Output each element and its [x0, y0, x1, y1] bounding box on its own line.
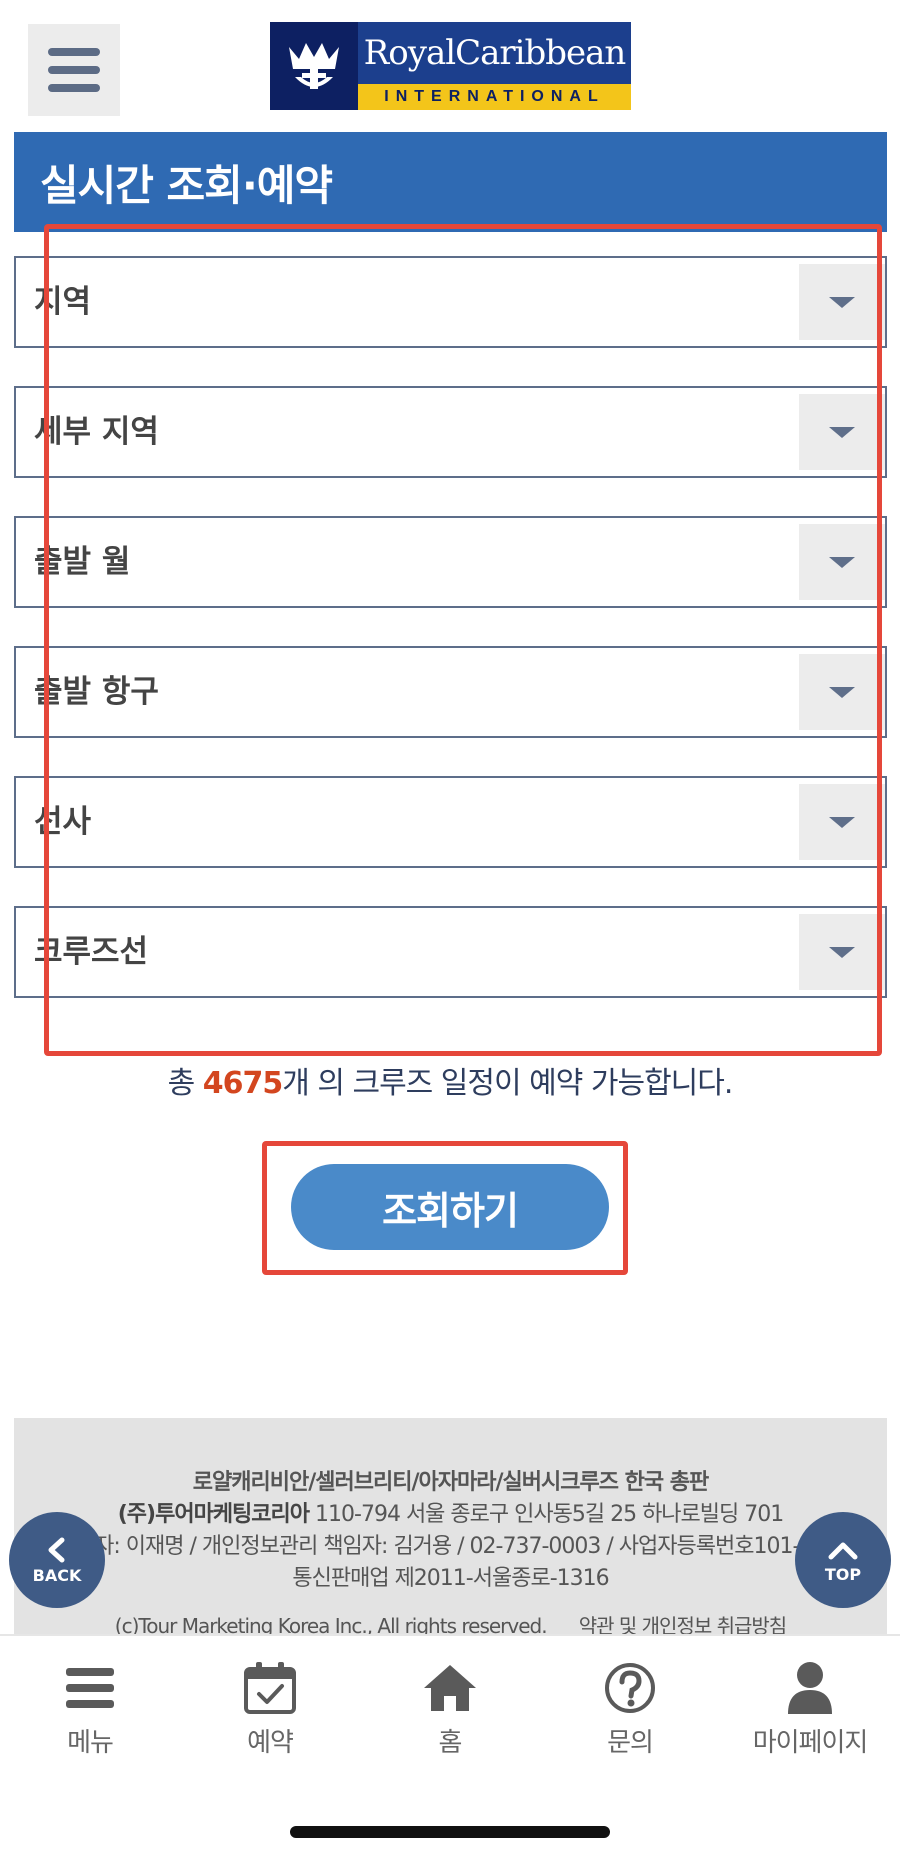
menu-bar [48, 66, 100, 74]
calendar-check-icon [238, 1658, 302, 1718]
nav-label: 홈 [438, 1728, 463, 1758]
chevron-down-icon[interactable] [799, 784, 885, 860]
nav-label: 문의 [607, 1728, 654, 1758]
chevron-down-icon[interactable] [799, 914, 885, 990]
chevron-down-icon[interactable] [799, 394, 885, 470]
nav-inquiry[interactable]: 문의 [540, 1658, 720, 1768]
chevron-down-icon[interactable] [799, 524, 885, 600]
footer-contact: 대표자: 이재명 / 개인정보관리 책임자: 김거용 / 02-737-0003… [55, 1534, 847, 1559]
nav-label: 마이페이지 [752, 1728, 869, 1758]
chevron-down-icon[interactable] [799, 654, 885, 730]
footer: 로얄캐리비안/셀러브리티/아자마라/실버시크루즈 한국 총판 (주)투어마케팅코… [14, 1418, 887, 1638]
departure-port-select[interactable]: 출발 항구 [14, 646, 887, 738]
back-label: BACK [32, 1565, 82, 1585]
hamburger-icon [58, 1658, 122, 1718]
nav-mypage[interactable]: 마이페이지 [720, 1658, 900, 1768]
cruise-ship-select[interactable]: 크루즈선 [14, 906, 887, 998]
footer-registration: 통신판매업 제2011-서울종로-1316 [292, 1566, 609, 1591]
nav-label: 예약 [247, 1728, 294, 1758]
page-title: 실시간 조회·예약 [14, 132, 887, 232]
home-indicator [290, 1826, 610, 1838]
chevron-left-icon [48, 1537, 65, 1562]
count-suffix: 개 의 크루즈 일정이 예약 가능합니다. [282, 1066, 733, 1101]
region-select[interactable]: 지역 [14, 256, 887, 348]
home-icon [418, 1658, 482, 1718]
nav-menu[interactable]: 메뉴 [0, 1658, 180, 1768]
footer-distributor: 로얄캐리비안/셀러브리티/아자마라/실버시크루즈 한국 총판 [192, 1470, 709, 1495]
select-label: 크루즈선 [34, 934, 149, 970]
question-icon [598, 1658, 662, 1718]
bottom-nav: 메뉴 예약 홈 문의 마이페이지 [0, 1634, 900, 1854]
logo-subtitle: INTERNATIONAL [358, 84, 631, 110]
top-label: TOP [824, 1564, 862, 1584]
chevron-down-icon[interactable] [799, 264, 885, 340]
chevron-up-icon [828, 1542, 858, 1559]
nav-label: 메뉴 [67, 1728, 114, 1758]
royal-caribbean-logo[interactable]: RoyalCaribbean INTERNATIONAL [270, 22, 631, 110]
hamburger-menu-button[interactable] [28, 24, 120, 116]
cruise-line-select[interactable]: 선사 [14, 776, 887, 868]
user-icon [778, 1658, 842, 1718]
nav-home[interactable]: 홈 [360, 1658, 540, 1768]
nav-reservation[interactable]: 예약 [180, 1658, 360, 1768]
select-label: 지역 [34, 284, 92, 320]
departure-month-select[interactable]: 출발 월 [14, 516, 887, 608]
scroll-top-button[interactable]: TOP [795, 1512, 891, 1608]
menu-bar [48, 48, 100, 56]
logo-name: RoyalCaribbean [358, 22, 631, 84]
count-prefix: 총 [167, 1066, 203, 1101]
select-label: 출발 항구 [34, 674, 159, 710]
select-label: 출발 월 [34, 544, 131, 580]
footer-company: (주)투어마케팅코리아 [117, 1502, 310, 1527]
menu-bar [48, 84, 100, 92]
footer-address-text: 110-794 서울 종로구 인사동5길 25 하나로빌딩 701 [309, 1502, 784, 1527]
available-count-text: 총 4675개 의 크루즈 일정이 예약 가능합니다. [0, 1058, 900, 1102]
header: RoyalCaribbean INTERNATIONAL [0, 0, 900, 130]
select-label: 선사 [34, 804, 92, 840]
count-number: 4675 [202, 1066, 283, 1101]
crown-anchor-icon [270, 22, 358, 110]
select-label: 세부 지역 [34, 414, 159, 450]
footer-address: (주)투어마케팅코리아 110-794 서울 종로구 인사동5길 25 하나로빌… [14, 1496, 887, 1528]
subregion-select[interactable]: 세부 지역 [14, 386, 887, 478]
search-button[interactable]: 조회하기 [291, 1164, 609, 1250]
back-button[interactable]: BACK [9, 1512, 105, 1608]
